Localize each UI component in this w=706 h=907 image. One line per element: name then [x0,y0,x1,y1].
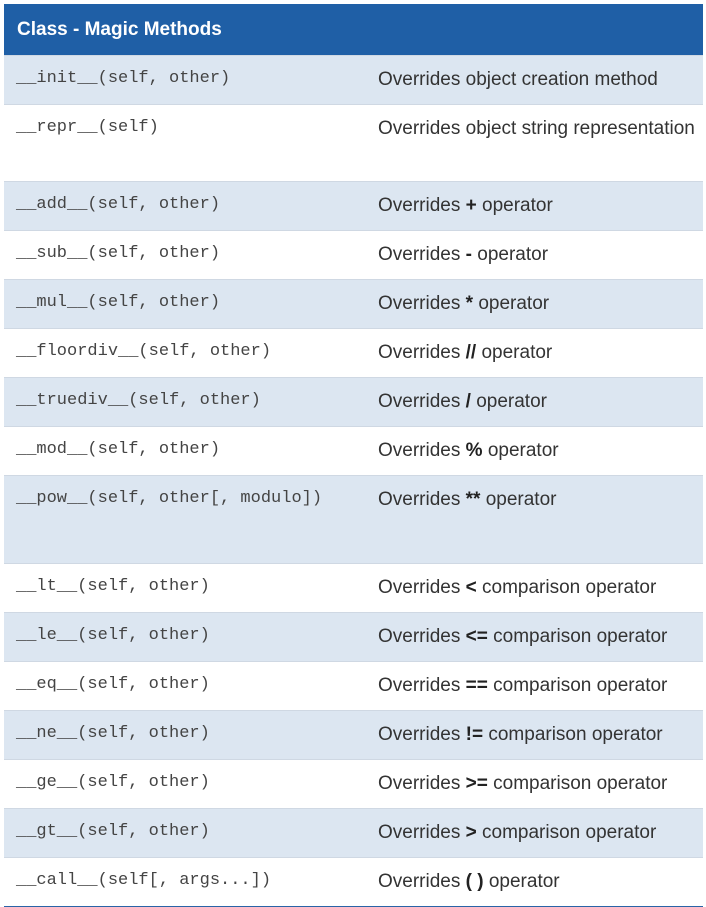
method-description: Overrides object creation method [365,56,703,96]
description-suffix: operator [483,871,560,892]
description-text: Overrides [378,577,466,598]
table-row: __le__(self, other) Overrides <= compari… [4,612,703,661]
operator-symbol: > [465,822,477,843]
method-signature: __floordiv__(self, other) [16,342,272,361]
operator-symbol: <= [465,626,488,647]
description-text: Overrides [378,822,466,843]
description-text: Overrides object creation method [378,69,658,90]
method-signature: __add__(self, other) [16,195,221,214]
method-signature: __sub__(self, other) [16,244,221,263]
method-description: Overrides // operator [365,329,703,369]
description-suffix: operator [476,342,553,363]
table-row: __truediv__(self, other) Overrides / ope… [4,377,703,426]
table-row: __repr__(self) Overrides object string r… [4,104,703,181]
table-row: __pow__(self, other[, modulo]) Overrides… [4,475,703,563]
table-title: Class - Magic Methods [4,4,703,55]
description-suffix: comparison operator [483,724,663,745]
method-signature: __gt__(self, other) [16,822,210,841]
table-row: __ne__(self, other) Overrides != compari… [4,710,703,759]
method-signature: __mod__(self, other) [16,440,221,459]
method-description: Overrides * operator [365,280,703,320]
method-description: Overrides - operator [365,231,703,271]
description-text: Overrides [378,244,466,265]
method-description: Overrides + operator [365,182,703,222]
table-row: __mul__(self, other) Overrides * operato… [4,279,703,328]
operator-symbol: != [465,724,484,745]
table-row: __gt__(self, other) Overrides > comparis… [4,808,703,857]
description-text: Overrides [378,724,466,745]
operator-symbol: % [465,440,483,461]
method-signature: __repr__(self) [16,118,159,137]
method-description: Overrides ( ) operator [365,858,703,898]
operator-symbol: // [465,342,477,363]
table-row: __lt__(self, other) Overrides < comparis… [4,563,703,612]
method-description: Overrides > comparison operator [365,809,703,849]
description-suffix: comparison operator [487,773,668,794]
description-suffix: comparison operator [476,822,657,843]
description-suffix: comparison operator [476,577,657,598]
method-signature: __pow__(self, other[, modulo]) [16,489,323,508]
operator-symbol: + [465,195,477,216]
method-description: Overrides / operator [365,378,703,418]
method-signature: __init__(self, other) [16,69,231,88]
method-signature: __ne__(self, other) [16,724,210,743]
table-row: __init__(self, other) Overrides object c… [4,55,703,104]
method-description: Overrides ** operator [365,476,703,516]
operator-symbol: ( ) [465,871,484,892]
description-text: Overrides [378,440,466,461]
method-signature: __eq__(self, other) [16,675,210,694]
method-signature: __lt__(self, other) [16,577,210,596]
method-signature: __le__(self, other) [16,626,210,645]
method-signature: __ge__(self, other) [16,773,210,792]
operator-symbol: >= [465,773,488,794]
magic-methods-table: Class - Magic Methods __init__(self, oth… [4,4,703,907]
operator-symbol: * [465,293,474,314]
method-signature: __truediv__(self, other) [16,391,261,410]
method-description: Overrides < comparison operator [365,564,703,604]
operator-symbol: == [465,675,488,696]
table-row: __mod__(self, other) Overrides % operato… [4,426,703,475]
description-suffix: operator [471,244,549,265]
table-row: __floordiv__(self, other) Overrides // o… [4,328,703,377]
table-row: __add__(self, other) Overrides + operato… [4,181,703,230]
table-row: __ge__(self, other) Overrides >= compari… [4,759,703,808]
method-description: Overrides == comparison operator [365,662,703,702]
method-description: Overrides >= comparison operator [365,760,703,800]
operator-symbol: < [465,577,477,598]
description-text: Overrides [378,195,466,216]
table-row: __sub__(self, other) Overrides - operato… [4,230,703,279]
description-suffix: operator [476,195,553,216]
description-suffix: operator [480,489,557,510]
method-signature: __call__(self[, args...]) [16,871,272,890]
table-row: __eq__(self, other) Overrides == compari… [4,661,703,710]
description-text: Overrides [378,293,466,314]
description-suffix: comparison operator [487,626,668,647]
method-description: Overrides object string representation [365,105,703,145]
method-description: Overrides % operator [365,427,703,467]
method-signature: __mul__(self, other) [16,293,221,312]
description-text: Overrides [378,675,466,696]
operator-symbol: ** [465,489,481,510]
description-text: Overrides [378,773,466,794]
description-suffix: comparison operator [487,675,668,696]
description-suffix: operator [473,293,550,314]
description-suffix: operator [482,440,559,461]
description-text: Overrides [378,489,466,510]
method-description: Overrides != comparison operator [365,711,703,751]
description-text: Overrides [378,391,466,412]
description-text: Overrides object string representation [378,118,695,139]
description-text: Overrides [378,342,466,363]
description-text: Overrides [378,626,466,647]
description-suffix: operator [470,391,547,412]
method-description: Overrides <= comparison operator [365,613,703,653]
description-text: Overrides [378,871,466,892]
table-row: __call__(self[, args...]) Overrides ( ) … [4,857,703,906]
